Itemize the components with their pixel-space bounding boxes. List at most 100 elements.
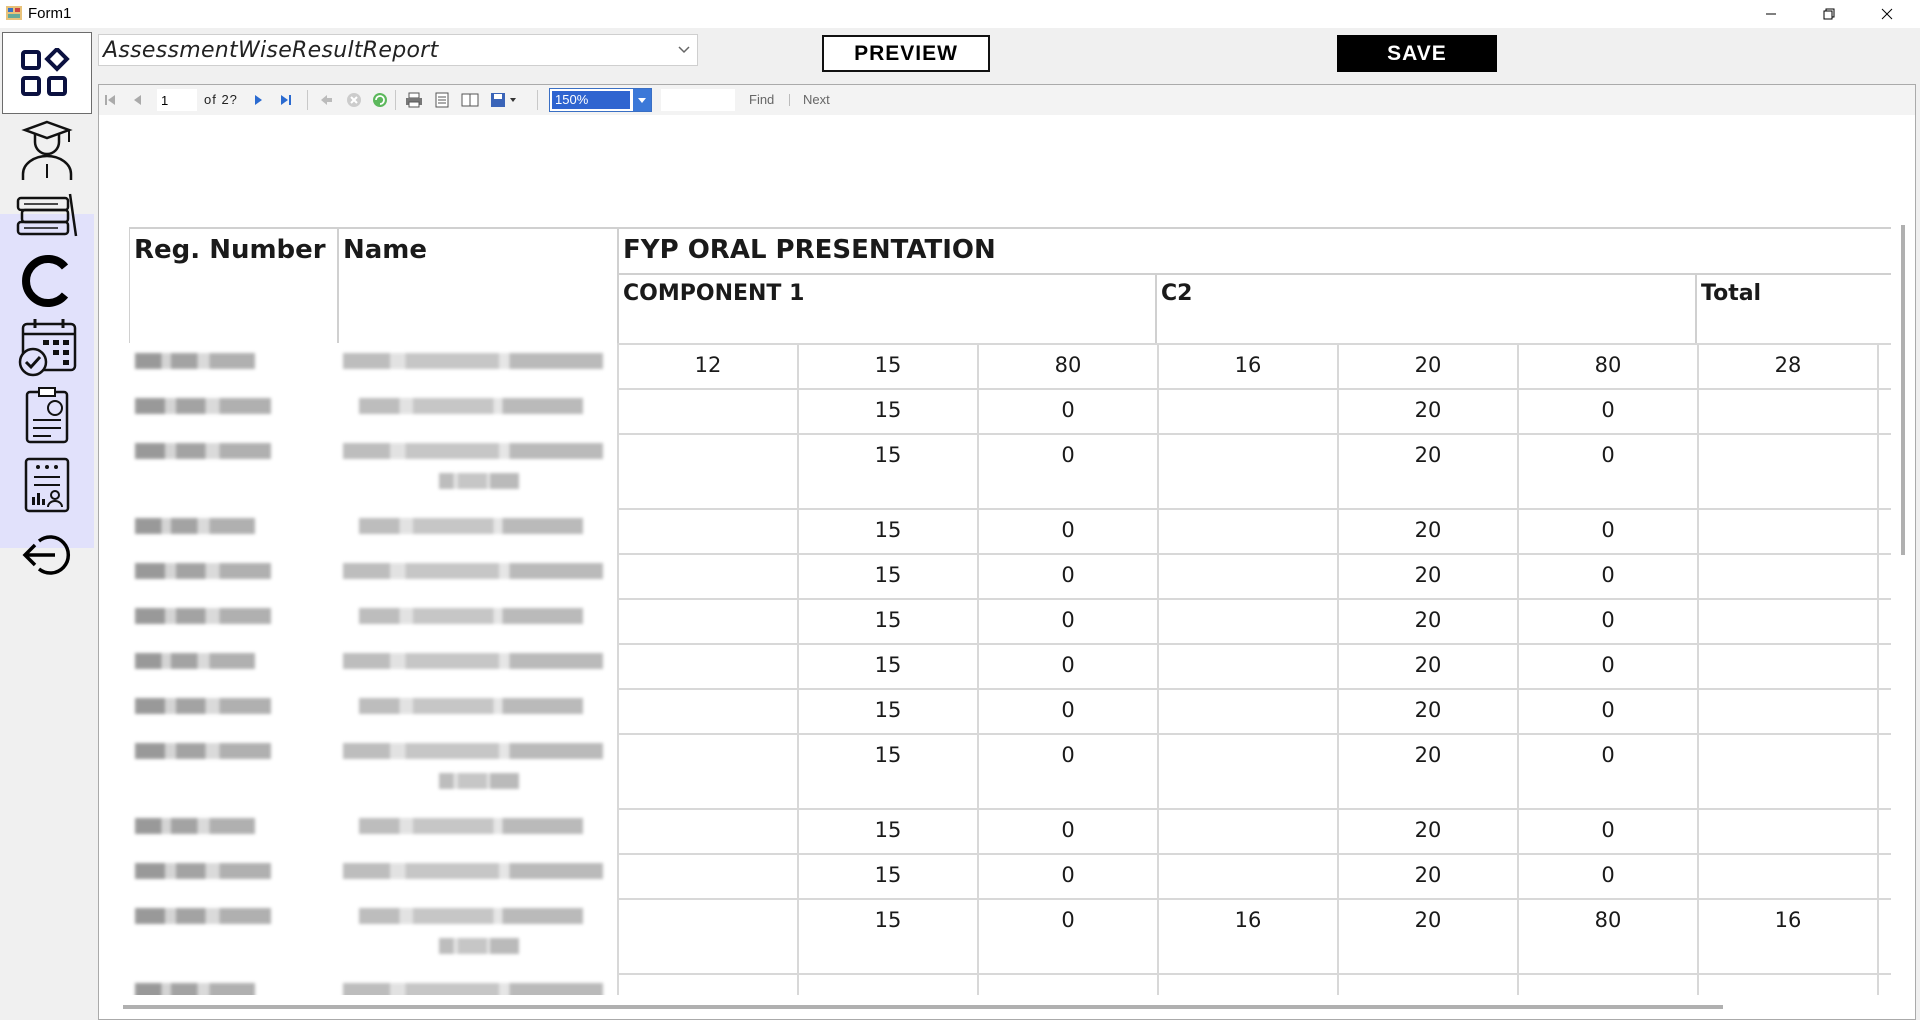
redacted-reg-number — [135, 863, 271, 879]
stop-button[interactable] — [345, 91, 363, 109]
prev-page-button[interactable] — [129, 91, 147, 109]
redacted-name — [439, 773, 519, 789]
score-cell: 0 — [977, 808, 1157, 853]
score-cell — [1157, 643, 1337, 688]
close-icon — [1881, 8, 1893, 20]
redacted-reg-number — [135, 983, 255, 995]
page-setup-button[interactable] — [461, 91, 479, 109]
scroll-thumb[interactable] — [1901, 225, 1905, 555]
window-title: Form1 — [28, 5, 72, 22]
save-button[interactable]: SAVE — [1337, 35, 1497, 72]
sidebar-item-logout[interactable] — [2, 522, 92, 588]
score-cell: 20 — [1337, 643, 1517, 688]
redacted-name — [343, 983, 603, 995]
redacted-reg-number — [135, 353, 255, 369]
vertical-scrollbar[interactable] — [1891, 115, 1915, 995]
score-cell: 0 — [977, 388, 1157, 433]
first-page-button[interactable] — [101, 91, 119, 109]
score-cell: 20 — [1337, 898, 1517, 973]
close-button[interactable] — [1858, 0, 1916, 28]
app-icon — [6, 6, 22, 20]
score-cell: 12 — [617, 343, 797, 388]
report-viewer: of 2? 150% — [98, 84, 1916, 1020]
refresh-icon — [373, 93, 387, 107]
score-cell — [617, 688, 797, 733]
score-cell — [1157, 808, 1337, 853]
page-number-input[interactable] — [157, 89, 197, 111]
redacted-reg-number — [135, 653, 255, 669]
score-cell: 0 — [977, 688, 1157, 733]
score-cell-overflow — [1877, 808, 1891, 853]
sidebar-item-reports[interactable] — [2, 452, 92, 518]
score-cell: 15 — [797, 553, 977, 598]
zoom-select[interactable]: 150% — [549, 88, 652, 112]
score-cell — [617, 598, 797, 643]
score-cell-overflow — [1877, 388, 1891, 433]
minimize-button[interactable] — [1742, 0, 1800, 28]
sidebar-item-courses[interactable] — [2, 184, 92, 250]
redacted-reg-number — [135, 443, 271, 459]
score-cell: 15 — [797, 688, 977, 733]
sidebar-item-attendance[interactable] — [2, 314, 92, 380]
export-button[interactable] — [489, 91, 519, 109]
sidebar-item-assessments[interactable] — [2, 382, 92, 448]
score-cell: 80 — [1517, 898, 1697, 973]
redacted-reg-number — [135, 563, 271, 579]
sidebar — [0, 28, 94, 1020]
score-cell — [617, 508, 797, 553]
score-cell — [977, 973, 1157, 995]
redacted-name — [343, 563, 603, 579]
sidebar-item-clos[interactable] — [2, 248, 92, 314]
score-cell — [617, 973, 797, 995]
score-cell: 0 — [1517, 388, 1697, 433]
score-cell: 0 — [1517, 853, 1697, 898]
restore-icon — [1823, 8, 1835, 20]
back-button[interactable] — [317, 91, 335, 109]
score-cell: 16 — [1157, 898, 1337, 973]
next-page-icon — [255, 95, 262, 105]
score-cell: 16 — [1697, 898, 1877, 973]
last-page-button[interactable] — [277, 91, 295, 109]
score-cell: 15 — [797, 733, 977, 808]
find-input[interactable] — [661, 89, 735, 111]
zoom-dropdown-button[interactable] — [633, 89, 651, 111]
restore-button[interactable] — [1800, 0, 1858, 28]
score-cell: 0 — [977, 733, 1157, 808]
redacted-reg-number — [135, 908, 271, 924]
dashboard-icon — [21, 48, 70, 96]
score-cell — [1697, 733, 1877, 808]
header-assessment: FYP ORAL PRESENTATION — [617, 227, 1891, 273]
sidebar-item-students[interactable] — [2, 118, 92, 184]
score-cell: 15 — [797, 508, 977, 553]
score-cell: 0 — [977, 853, 1157, 898]
title-bar: Form1 — [0, 0, 1920, 28]
sidebar-item-dashboard[interactable] — [2, 32, 92, 114]
score-cell — [1157, 688, 1337, 733]
redacted-name — [359, 608, 583, 624]
refresh-button[interactable] — [371, 91, 389, 109]
score-cell: 16 — [1157, 343, 1337, 388]
report-icon — [24, 457, 70, 513]
score-cell — [1157, 388, 1337, 433]
back-arrow-icon — [321, 95, 332, 105]
redacted-reg-number — [135, 398, 271, 414]
horizontal-scrollbar[interactable] — [99, 995, 1915, 1019]
find-link[interactable]: Find — [749, 92, 774, 107]
score-cell: 0 — [1517, 688, 1697, 733]
score-cell — [1697, 598, 1877, 643]
overflow-text — [1875, 928, 1891, 995]
chevron-down-icon — [678, 46, 690, 54]
redacted-name — [359, 818, 583, 834]
score-cell: 0 — [977, 433, 1157, 508]
print-layout-button[interactable] — [433, 91, 451, 109]
preview-button[interactable]: PREVIEW — [822, 35, 990, 72]
find-next-link[interactable]: Next — [803, 92, 830, 107]
next-page-button[interactable] — [249, 91, 267, 109]
scroll-thumb[interactable] — [123, 1005, 1723, 1009]
print-button[interactable] — [405, 91, 423, 109]
score-cell — [1157, 973, 1337, 995]
report-select[interactable]: AssessmentWiseResultReport — [98, 34, 698, 66]
score-cell: 0 — [1517, 808, 1697, 853]
score-cell — [1697, 553, 1877, 598]
score-cell — [1697, 973, 1877, 995]
